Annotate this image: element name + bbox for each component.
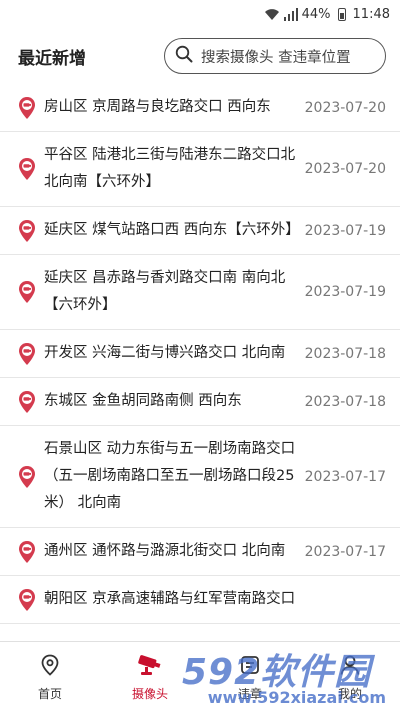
- location-pin-icon: [40, 654, 60, 679]
- search-icon: [175, 45, 193, 67]
- camera-address: 房山区 京周路与良圪路交口 西向东: [44, 99, 271, 115]
- clock: 11:48: [352, 6, 390, 22]
- nav-mine[interactable]: 我的: [300, 642, 400, 713]
- search-placeholder: 搜索摄像头 查违章位置: [201, 49, 351, 66]
- camera-pin-icon: [16, 588, 38, 612]
- camera-pin-icon: [16, 465, 38, 489]
- status-bar: 44% 11:48: [0, 0, 400, 28]
- camera-icon: [136, 654, 164, 679]
- page-title: 最近新增: [18, 48, 86, 69]
- list-item[interactable]: 平谷区 陆港北三街与陆港东二路交口北 北向南【六环外】 2023-07-20: [0, 132, 400, 207]
- camera-address: 延庆区 昌赤路与香刘路交口南 南向北【六环外】: [44, 270, 286, 313]
- camera-pin-icon: [16, 96, 38, 120]
- added-date: 2023-07-20: [304, 99, 386, 116]
- list-item[interactable]: 石景山区 动力东街与五一剧场南路交口（五一剧场南路口至五一剧场路口段25米） 北…: [0, 426, 400, 528]
- added-date: 2023-07-18: [304, 393, 386, 410]
- added-date: 2023-07-18: [304, 345, 386, 362]
- camera-pin-icon: [16, 219, 38, 243]
- list-item[interactable]: 朝阳区 京承高速辅路与红军营南路交口: [0, 576, 400, 624]
- added-date: 2023-07-19: [304, 284, 386, 300]
- nav-mine-label: 我的: [337, 686, 362, 701]
- camera-address: 石景山区 动力东街与五一剧场南路交口（五一剧场南路口至五一剧场路口段25米） 北…: [44, 441, 296, 511]
- camera-address: 延庆区 煤气站路口西 西向东【六环外】: [44, 222, 300, 238]
- header: 最近新增 搜索摄像头 查违章位置: [0, 28, 400, 84]
- list-item[interactable]: 延庆区 煤气站路口西 西向东【六环外】 2023-07-19: [0, 207, 400, 255]
- added-date: 2023-07-17: [304, 543, 386, 560]
- camera-address: 东城区 金鱼胡同路南侧 西向东: [44, 393, 242, 409]
- camera-address: 平谷区 陆港北三街与陆港东二路交口北 北向南【六环外】: [44, 147, 296, 190]
- camera-pin-icon: [16, 342, 38, 366]
- nav-camera-label: 摄像头: [131, 686, 168, 701]
- list-item[interactable]: 通州区 通怀路与潞源北街交口 北向南 2023-07-17: [0, 528, 400, 576]
- nav-home-label: 首页: [37, 686, 62, 701]
- signal-icon: [283, 7, 298, 21]
- wifi-icon: [264, 8, 280, 21]
- bottom-nav: 首页 摄像头 违章 我的: [0, 641, 400, 713]
- search-input[interactable]: 搜索摄像头 查违章位置: [164, 38, 386, 74]
- user-icon: [339, 654, 361, 679]
- camera-address: 通州区 通怀路与潞源北街交口 北向南: [44, 543, 286, 559]
- added-date: 2023-07-20: [304, 161, 386, 177]
- camera-pin-icon: [16, 540, 38, 564]
- camera-address: 开发区 兴海二街与博兴路交口 北向南: [44, 345, 286, 361]
- ticket-icon: [239, 654, 261, 679]
- nav-home[interactable]: 首页: [0, 642, 100, 713]
- camera-pin-icon: [16, 157, 38, 181]
- camera-pin-icon: [16, 280, 38, 304]
- added-date: 2023-07-19: [304, 222, 386, 239]
- camera-list: 房山区 京周路与良圪路交口 西向东 2023-07-20 平谷区 陆港北三街与陆…: [0, 84, 400, 641]
- list-item[interactable]: 房山区 京周路与良圪路交口 西向东 2023-07-20: [0, 84, 400, 132]
- list-item[interactable]: 东城区 金鱼胡同路南侧 西向东 2023-07-18: [0, 378, 400, 426]
- added-date: 2023-07-17: [304, 468, 386, 485]
- camera-pin-icon: [16, 390, 38, 414]
- list-item[interactable]: 延庆区 昌赤路与香刘路交口南 南向北【六环外】 2023-07-19: [0, 255, 400, 330]
- camera-address: 朝阳区 京承高速辅路与红军营南路交口: [44, 591, 296, 607]
- nav-violation-label: 违章: [237, 686, 262, 701]
- list-item[interactable]: 开发区 兴海二街与博兴路交口 北向南 2023-07-18: [0, 330, 400, 378]
- nav-camera[interactable]: 摄像头: [100, 642, 200, 713]
- battery-icon: [337, 7, 346, 21]
- nav-violation[interactable]: 违章: [200, 642, 300, 713]
- battery-percent: 44%: [301, 6, 331, 22]
